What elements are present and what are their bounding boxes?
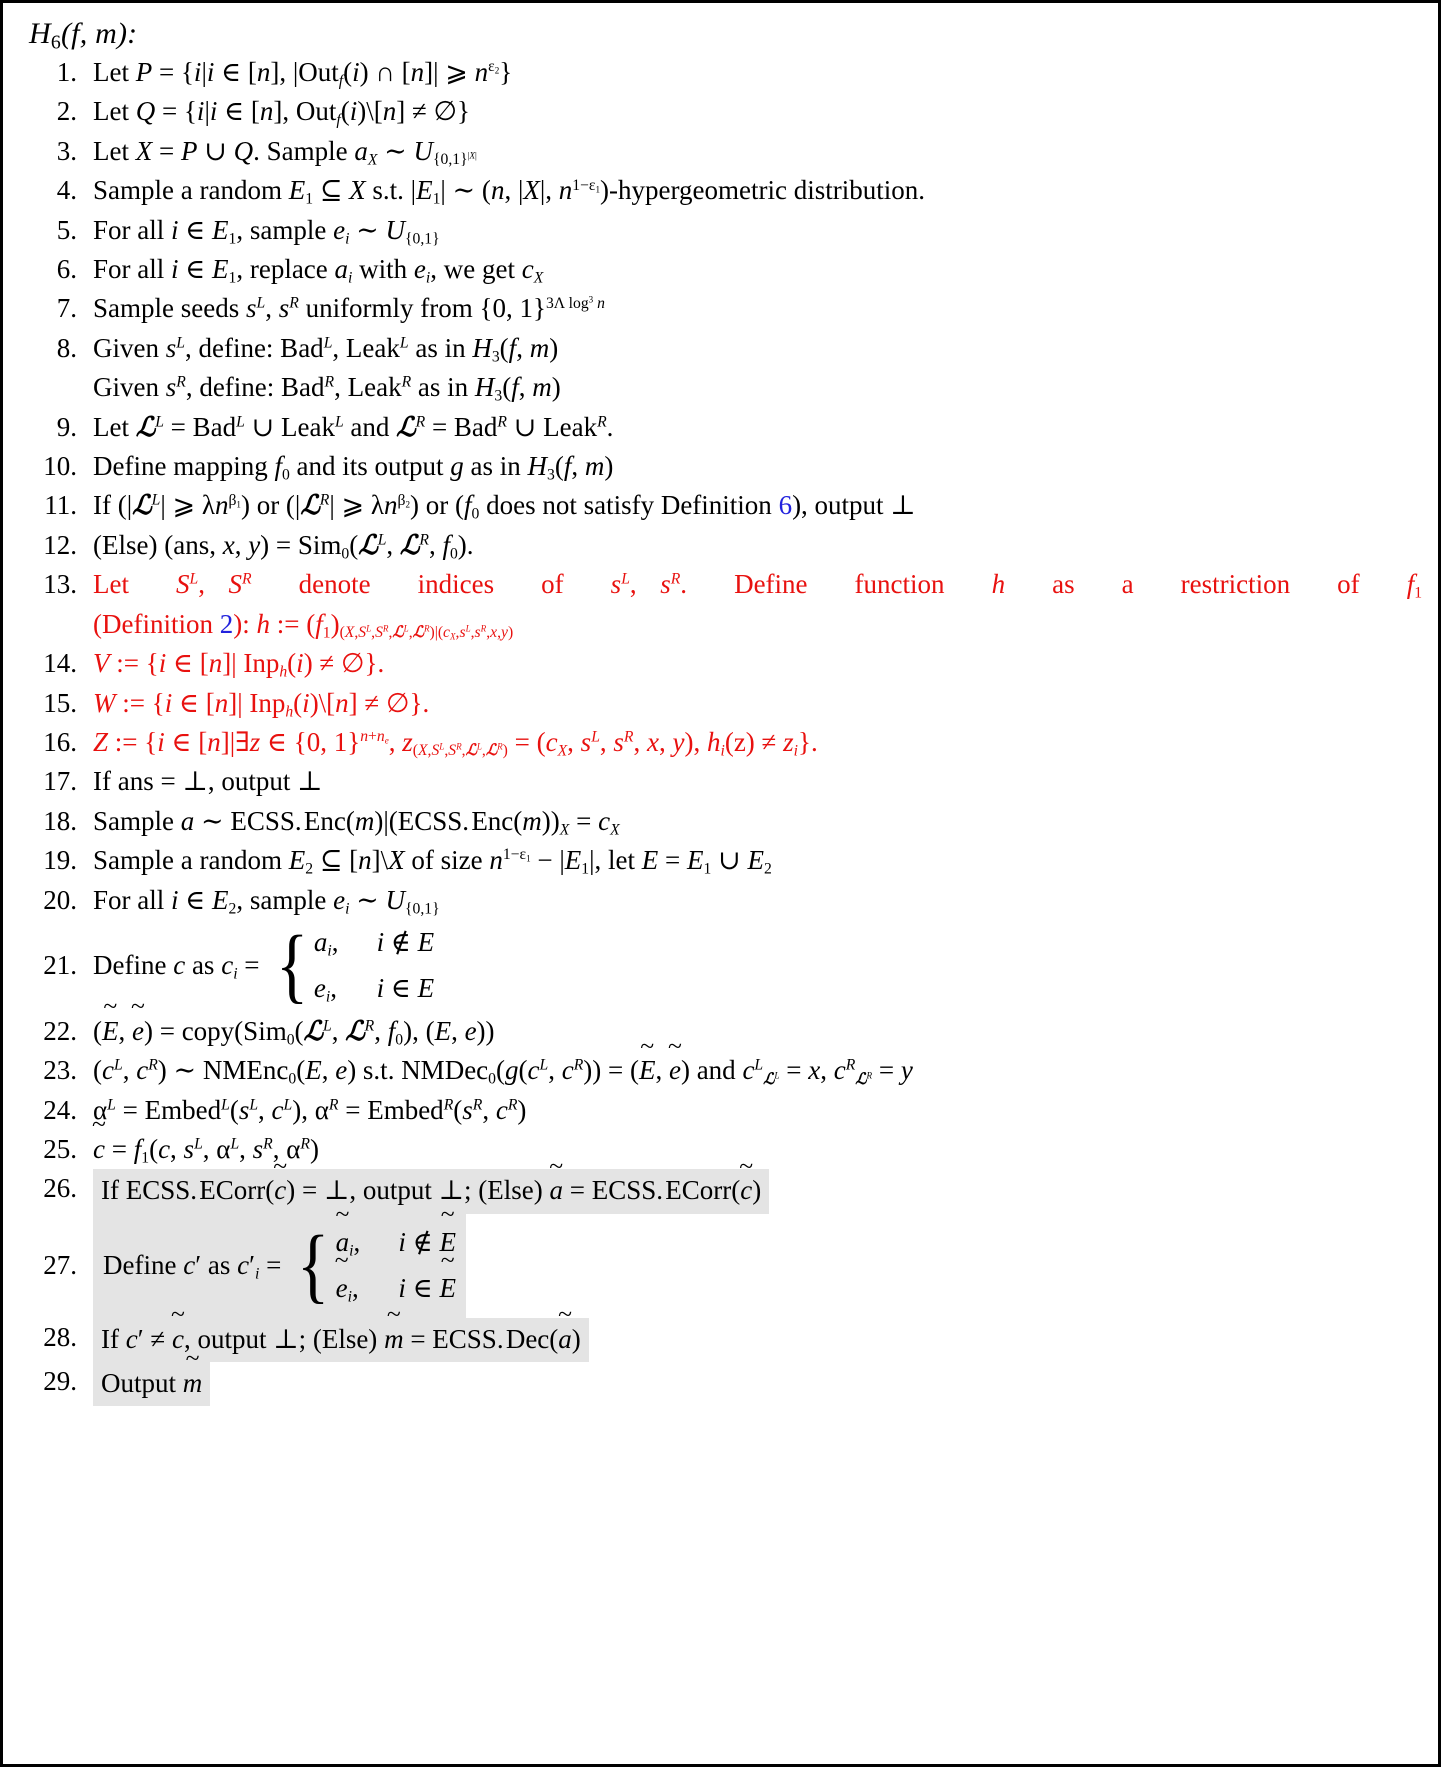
step-5: For all i ∈ E1, sample ei ∼ U{0,1}	[19, 211, 440, 251]
step-11: If (|ℒL| ⩾ λnβ1) or (|ℒR| ⩾ λnβ2) or (f0…	[19, 486, 916, 526]
algorithm-steps: Let P = {i|i ∈ [n], |Outf(i) ∩ [n]| ⩾ nε…	[19, 53, 1424, 1407]
step-29: Output ~ m	[19, 1345, 1424, 1407]
step-24: αL = EmbedL(sL, cL), αR = EmbedR(sR, cR)	[19, 1091, 527, 1131]
step-1: Let P = {i|i ∈ [n], |Outf(i) ∩ [n]| ⩾ nε…	[19, 53, 513, 93]
cases-c-prime: {~ ai, i ∉ ~ E ~ ei, i ∈ ~ E	[297, 1199, 456, 1312]
step-19: Sample a random E2 ⊆ [n]\X of size n1−ε1…	[19, 841, 772, 881]
highlight-28: If c′ ≠ ~ c, output ⊥; (Else) ~ m = ECSS. …	[93, 1301, 589, 1362]
step-3: Let X = P ∪ Q. Sample aX ∼ U{0,1}|X|	[19, 132, 477, 172]
step-16: Z := {i ∈ [n]|∃z ∈ {0, 1}n+ne, z(X,SL,SR…	[19, 723, 818, 763]
title-name: H	[29, 17, 51, 50]
ref-definition-2[interactable]: 2	[220, 609, 234, 639]
step-2: Let Q = {i|i ∈ [n], Outf(i)\[n] ≠ ∅}	[19, 92, 470, 132]
step-13: Let SL, SR denote indices of sL, sR. Def…	[19, 565, 1423, 642]
ref-definition-6[interactable]: 6	[779, 490, 793, 520]
highlight-27: Define c′ as c′i ={~ ai, i ∉ ~ E ~ ei, i ∈ ~…	[93, 1199, 466, 1318]
step-18: Sample a ∼ ECSS. Enc(m)|(ECSS. Enc(m))X …	[19, 802, 620, 842]
step-21: Define c as ci ={ai, i ∉ Eei, i ∈ E	[19, 918, 435, 1012]
step-25: ~ c = f1(c, sL, αL, sR, αR)	[19, 1109, 319, 1169]
step-4: Sample a random E1 ⊆ X s.t. |E1| ∼ (n, |…	[19, 171, 925, 211]
step-14: V := {i ∈ [n]| Inph(i) ≠ ∅}.	[19, 644, 385, 684]
title-subscript: 6	[50, 31, 61, 54]
step-26: If ECSS. ECorr(~ c) = ⊥, output ⊥; (Else)…	[19, 1153, 1424, 1214]
step-6: For all i ∈ E1, replace ai with ei, we g…	[19, 250, 544, 290]
step-28: If c′ ≠ ~ c, output ⊥; (Else) ~ m = ECSS. …	[19, 1301, 1424, 1362]
cases-c: {ai, i ∉ Eei, i ∈ E	[275, 918, 435, 1012]
step-12: (Else) (ans, x, y) = Sim0(ℒL, ℒR, f0).	[19, 526, 474, 566]
step-22: (~ E, ~ e) = copy(Sim0(ℒL, ℒR, f0), (E, e)…	[19, 991, 495, 1051]
step-9: Let ℒL = BadL ∪ LeakL and ℒR = BadR ∪ Le…	[19, 408, 614, 448]
step-7: Sample seeds sL, sR uniformly from {0, 1…	[19, 289, 605, 329]
step-8: Given sL, define: BadL, LeakL as in H3(f…	[19, 329, 561, 405]
title-args: (f, m):	[60, 17, 138, 50]
algorithm-title: H6(f, m):	[19, 13, 1424, 53]
step-17: If ans = ⊥, output ⊥	[19, 762, 323, 802]
step-23: (cL, cR) ∼ NMEnc0(E, e) s.t. NMDec0(g(cL…	[19, 1030, 913, 1091]
algorithm-box: H6(f, m): Let P = {i|i ∈ [n], |Outf(i) ∩…	[0, 0, 1441, 1767]
highlight-26: If ECSS. ECorr(~ c) = ⊥, output ⊥; (Else)…	[93, 1153, 770, 1214]
step-15: W := {i ∈ [n]| Inph(i)\[n] ≠ ∅}.	[19, 684, 430, 724]
step-27: Define c′ as c′i ={~ ai, i ∉ ~ E ~ ei, i ∈ ~…	[19, 1199, 1424, 1318]
step-20: For all i ∈ E2, sample ei ∼ U{0,1}	[19, 881, 440, 921]
step-10: Define mapping f0 and its output g as in…	[19, 447, 614, 487]
highlight-29: Output ~ m	[93, 1345, 211, 1407]
